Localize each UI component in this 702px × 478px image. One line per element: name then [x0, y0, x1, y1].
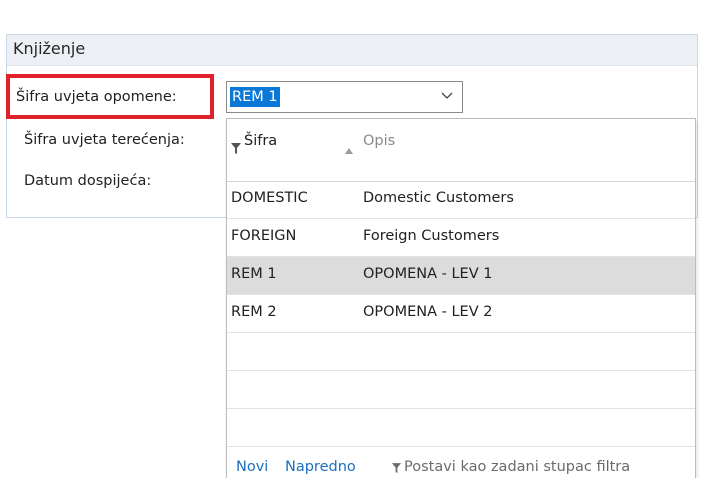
- row-code: DOMESTIC: [231, 190, 308, 206]
- empty-row: [227, 371, 695, 409]
- lookup-row[interactable]: DOMESTIC Domestic Customers: [227, 181, 695, 219]
- lookup-row[interactable]: FOREIGN Foreign Customers: [227, 219, 695, 257]
- advanced-link[interactable]: Napredno: [285, 459, 356, 475]
- section-title: Knjiženje: [13, 39, 86, 58]
- payment-terms-label: Šifra uvjeta terećenja:: [24, 132, 185, 148]
- row-description: OPOMENA - LEV 1: [363, 266, 493, 282]
- row-code: FOREIGN: [231, 228, 297, 244]
- sort-ascending-icon: [345, 148, 353, 154]
- filter-icon: [231, 143, 241, 154]
- reminder-terms-input-value[interactable]: REM 1: [230, 87, 280, 107]
- reminder-terms-lookup-dropdown: Šifra Opis DOMESTIC Domestic Customers F…: [226, 118, 696, 478]
- row-code: REM 1: [231, 266, 277, 282]
- row-description: Domestic Customers: [363, 190, 514, 206]
- new-link[interactable]: Novi: [236, 459, 268, 475]
- column-header-description[interactable]: Opis: [363, 133, 395, 149]
- filter-icon: [392, 463, 401, 473]
- row-description: OPOMENA - LEV 2: [363, 304, 493, 320]
- column-header-code[interactable]: Šifra: [244, 133, 277, 149]
- due-date-label: Datum dospijeća:: [24, 173, 152, 189]
- empty-row: [227, 333, 695, 371]
- lookup-row[interactable]: REM 2 OPOMENA - LEV 2: [227, 295, 695, 333]
- row-description: Foreign Customers: [363, 228, 500, 244]
- highlight-annotation: [6, 74, 214, 119]
- set-default-filter-column[interactable]: Postavi kao zadani stupac filtra: [404, 459, 630, 475]
- row-code: REM 2: [231, 304, 277, 320]
- lookup-header: Šifra Opis: [227, 119, 695, 182]
- lookup-footer: Novi Napredno Postavi kao zadani stupac …: [227, 457, 695, 478]
- empty-row: [227, 409, 695, 447]
- chevron-down-icon[interactable]: [440, 88, 454, 102]
- reminder-terms-combobox[interactable]: REM 1: [226, 81, 463, 113]
- section-header[interactable]: Knjiženje: [7, 35, 697, 66]
- lookup-row-selected[interactable]: REM 1 OPOMENA - LEV 1: [227, 257, 695, 295]
